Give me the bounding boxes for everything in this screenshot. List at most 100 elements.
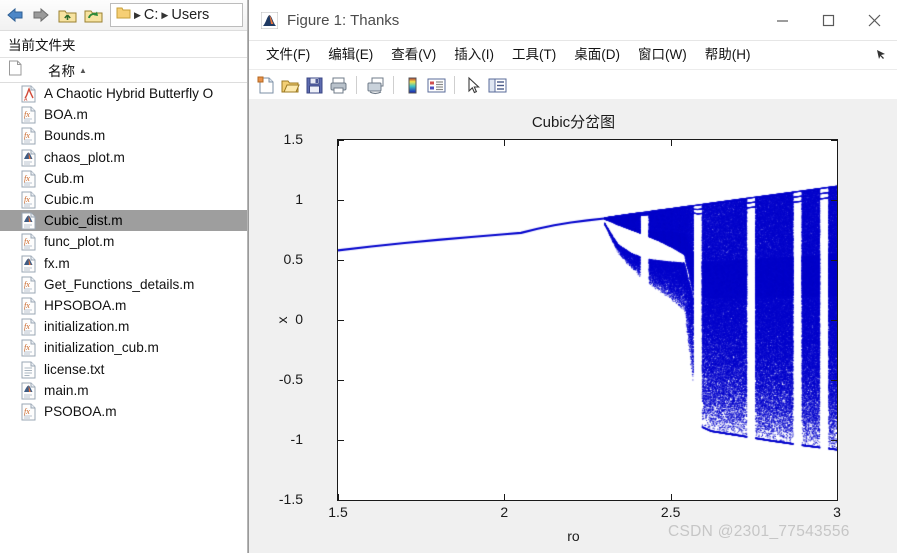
figure-plot-area: Cubic分岔图 x ro CSDN @2301_77543556 -1.5 -1… [249,99,897,553]
minimize-button[interactable] [759,0,805,40]
file-list[interactable]: A A Chaotic Hybrid Butterfly O fx BOA.m fx Bo… [0,83,247,422]
y-tick-mark [831,320,837,321]
breadcrumb-crumb-1[interactable]: Users [171,7,209,23]
svg-text:fx: fx [24,131,30,140]
y-tick-mark [338,440,344,441]
toolbar-separator [454,76,455,94]
list-item[interactable]: fx BOA.m [0,104,247,125]
column-header-label: 名称 [48,64,75,79]
chart-title: Cubic分岔图 [531,114,616,131]
x-tick-mark [338,494,339,500]
y-tick-label: 0 [295,311,303,327]
menu-item-2[interactable]: 查看(V) [382,41,445,69]
column-header-name[interactable]: 名称 ▲ [48,60,87,80]
m-script-icon [20,382,38,400]
figure-window-title: Figure 1: Thanks [287,11,400,29]
link-plot-icon[interactable] [364,74,386,96]
y-tick-label: -1.5 [278,491,303,507]
m-function-icon: fx [20,170,38,188]
save-figure-icon[interactable] [303,74,325,96]
matlab-figure-window: Figure 1: Thanks 文件(F) 编辑(E) 查看(V) 插入(I) 工具(… [248,0,897,553]
file-name-label: Cubic_dist.m [44,213,123,229]
toolbar-separator [393,76,394,94]
menu-item-4[interactable]: 工具(T) [503,41,565,69]
y-tick-mark [338,320,344,321]
list-item[interactable]: fx Bounds.m [0,125,247,146]
list-item[interactable]: fx func_plot.m [0,231,247,252]
list-item[interactable]: fx PSOBOA.m [0,401,247,422]
colorbar-icon[interactable] [401,74,423,96]
menu-item-0[interactable]: 文件(F) [257,41,319,69]
list-item[interactable]: license.txt [0,358,247,379]
figure-toolbar[interactable] [249,70,897,101]
csdn-watermark: CSDN @2301_77543556 [668,523,850,540]
list-item[interactable]: Cubic_dist.m [0,210,247,232]
matlab-figure-icon [260,11,279,29]
y-tick-mark [831,500,837,501]
text-file-icon [20,361,38,379]
bifurcation-scatter-canvas [338,140,837,500]
list-item[interactable]: fx Cubic.m [0,189,247,210]
y-tick-label: 1.5 [283,131,303,147]
maximize-button[interactable] [805,0,851,40]
menu-item-5[interactable]: 桌面(D) [565,41,629,69]
list-item[interactable]: main.m [0,380,247,401]
forward-arrow-icon[interactable] [28,2,54,28]
m-function-icon: fx [20,191,38,209]
folder-nav-toolbar: ▶ C: ▶ Users [0,0,247,31]
m-function-icon: fx [20,297,38,315]
path-breadcrumb-bar[interactable]: ▶ C: ▶ Users [110,3,243,27]
file-name-label: Cub.m [44,170,85,186]
file-name-label: func_plot.m [44,234,115,250]
list-item[interactable]: fx Get_Functions_details.m [0,274,247,295]
file-name-label: license.txt [44,361,105,377]
up-folder-icon[interactable] [54,2,80,28]
refresh-folder-icon[interactable] [80,2,106,28]
menu-item-7[interactable]: 帮助(H) [696,41,760,69]
list-item[interactable]: fx initialization.m [0,316,247,337]
x-tick-label: 3 [833,504,841,520]
file-name-label: fx.m [44,255,70,271]
m-function-icon: fx [20,233,38,251]
svg-text:fx: fx [24,280,30,289]
y-tick-mark [338,380,344,381]
menu-item-6[interactable]: 窗口(W) [629,41,696,69]
y-tick-label: -0.5 [278,371,303,387]
m-script-icon [20,212,38,230]
list-item[interactable]: fx Cub.m [0,168,247,189]
figure-menu-bar[interactable]: 文件(F) 编辑(E) 查看(V) 插入(I) 工具(T) 桌面(D) 窗口(W) 帮助(H) [249,41,897,70]
menu-item-1[interactable]: 编辑(E) [319,41,382,69]
m-function-icon: fx [20,106,38,124]
menu-item-3[interactable]: 插入(I) [445,41,503,69]
pointer-select-icon[interactable] [462,74,484,96]
y-tick-mark [338,200,344,201]
m-script-icon [20,255,38,273]
print-figure-icon[interactable] [327,74,349,96]
close-button[interactable] [851,0,897,40]
open-file-icon[interactable] [279,74,301,96]
svg-text:fx: fx [24,343,30,352]
file-name-label: initialization.m [44,319,130,335]
toolbar-separator [356,76,357,94]
file-name-label: main.m [44,382,89,398]
y-tick-mark [831,260,837,261]
breadcrumb-separator: ▶ [134,9,141,20]
breadcrumb-crumb-0[interactable]: C: [144,7,159,23]
y-tick-mark [831,380,837,381]
new-figure-icon[interactable] [255,74,277,96]
list-item[interactable]: chaos_plot.m [0,147,247,168]
list-item[interactable]: fx.m [0,253,247,274]
y-tick-mark [338,500,344,501]
list-item[interactable]: A A Chaotic Hybrid Butterfly O [0,83,247,104]
list-item[interactable]: fx HPSOBOA.m [0,295,247,316]
x-tick-mark [837,494,838,500]
file-name-label: chaos_plot.m [44,149,125,165]
list-item[interactable]: fx initialization_cub.m [0,337,247,358]
overflow-arrow-icon[interactable] [875,48,887,63]
y-tick-label: 0.5 [283,251,303,267]
plot-browser-icon[interactable] [486,74,508,96]
y-tick-mark [831,440,837,441]
legend-icon[interactable] [425,74,447,96]
svg-text:fx: fx [24,110,30,119]
back-arrow-icon[interactable] [2,2,28,28]
